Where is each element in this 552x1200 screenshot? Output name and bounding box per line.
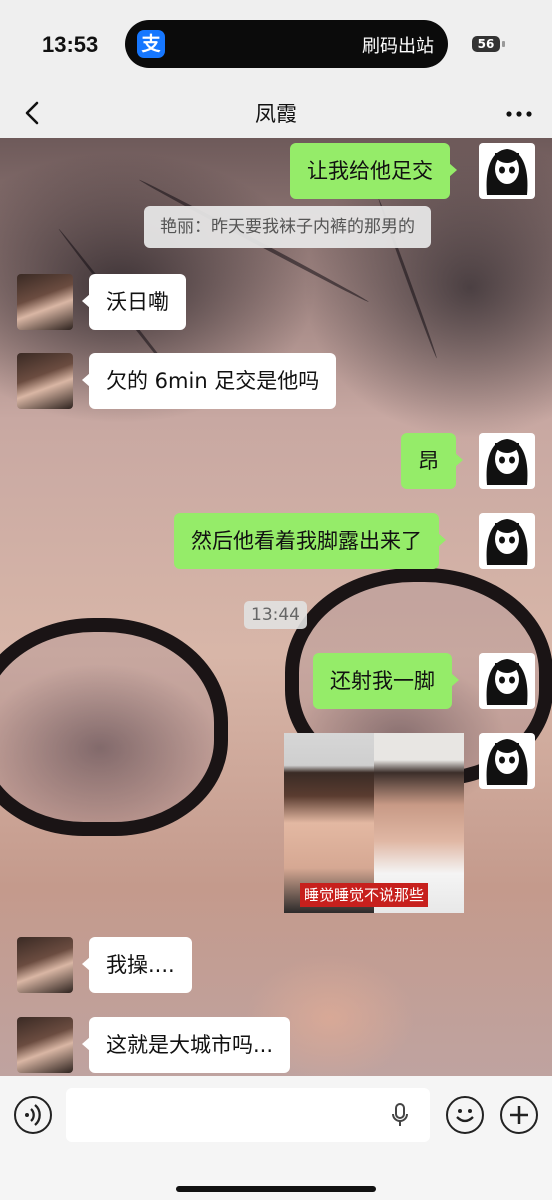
self-avatar-drawing [486, 149, 528, 195]
self-avatar-drawing [486, 439, 528, 485]
voice-icon[interactable] [14, 1096, 52, 1134]
self-avatar-drawing [486, 739, 528, 785]
chat-messages[interactable]: 让我给他足交 艳丽：昨天要我袜子内裤的那男的 沃日嘞 欠的 6min 足交是他吗… [0, 138, 552, 1076]
status-time: 13:53 [42, 32, 99, 57]
dynamic-island[interactable]: 支 刷码出站 [125, 20, 448, 68]
chat-background-glasses-left [0, 618, 228, 836]
message-timestamp: 13:44 [244, 601, 307, 629]
message-bubble[interactable]: 我操.... [82, 937, 192, 993]
more-dots-icon[interactable] [504, 96, 534, 130]
chat-title: 凤霞 [255, 102, 297, 126]
message-bubble[interactable]: 沃日嘞 [82, 274, 186, 330]
message-bubble[interactable]: 昂 [401, 433, 463, 489]
message-input[interactable] [66, 1088, 430, 1142]
message-bubble[interactable]: 让我给他足交 [290, 143, 457, 199]
status-bar: 13:53 支 刷码出站 56 [0, 0, 552, 88]
image-message[interactable]: 睡觉睡觉不说那些 [284, 733, 464, 913]
message-bubble[interactable]: 然后他看着我脚露出来了 [174, 513, 446, 569]
home-indicator[interactable] [176, 1186, 376, 1192]
avatar-self[interactable] [479, 143, 535, 199]
avatar-self[interactable] [479, 733, 535, 789]
emoji-icon[interactable] [446, 1096, 484, 1134]
avatar-contact[interactable] [17, 1017, 73, 1073]
avatar-self[interactable] [479, 513, 535, 569]
avatar-self[interactable] [479, 433, 535, 489]
battery-tip [502, 41, 505, 47]
chat-header: 凤霞 [0, 88, 552, 138]
input-bar [0, 1076, 552, 1200]
quoted-message[interactable]: 艳丽：昨天要我袜子内裤的那男的 [144, 206, 431, 248]
microphone-icon[interactable] [390, 1102, 410, 1128]
plus-glyph [510, 1106, 528, 1124]
battery-icon: 56 [472, 36, 500, 52]
emoji-face [456, 1109, 474, 1123]
island-text: 刷码出站 [362, 36, 434, 57]
alipay-icon: 支 [137, 30, 165, 58]
voice-waves [25, 1104, 41, 1126]
self-avatar-drawing [486, 519, 528, 565]
avatar-contact[interactable] [17, 937, 73, 993]
image-caption: 睡觉睡觉不说那些 [300, 883, 429, 907]
avatar-self[interactable] [479, 653, 535, 709]
avatar-contact[interactable] [17, 274, 73, 330]
self-avatar-drawing [486, 659, 528, 705]
plus-icon[interactable] [500, 1096, 538, 1134]
avatar-contact[interactable] [17, 353, 73, 409]
message-bubble[interactable]: 欠的 6min 足交是他吗 [81, 353, 337, 409]
message-bubble[interactable]: 还射我一脚 [313, 653, 459, 709]
message-bubble[interactable]: 这就是大城市吗... [81, 1017, 291, 1073]
